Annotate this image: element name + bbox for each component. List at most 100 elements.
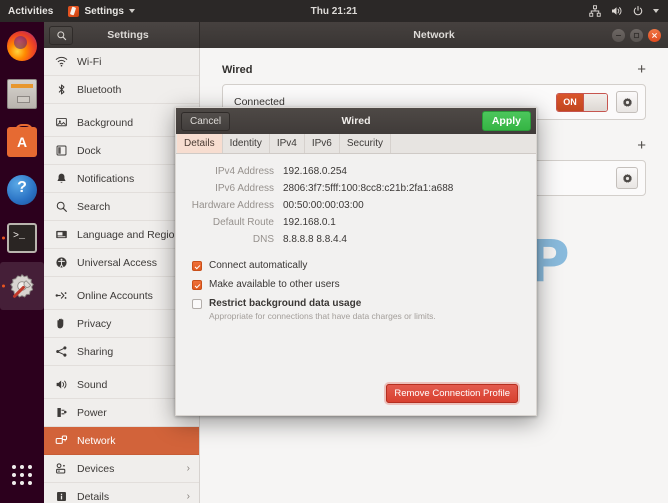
gnome-top-bar: Activities Settings Thu 21:21 <box>0 0 668 22</box>
app-grid-icon <box>12 465 32 485</box>
dock-item-software[interactable] <box>0 118 44 166</box>
sidebar-item-label: Language and Region <box>77 229 190 241</box>
sidebar-item-label: Bluetooth <box>77 84 190 96</box>
checkbox-unchecked-icon[interactable] <box>192 299 202 309</box>
tab-security[interactable]: Security <box>340 134 391 153</box>
sidebar-item-label: Dock <box>77 145 190 157</box>
sidebar-item-wifi[interactable]: Wi-Fi <box>44 48 199 76</box>
ubuntu-software-icon <box>7 127 37 157</box>
sidebar-item-label: Wi-Fi <box>77 56 190 68</box>
minimize-button[interactable] <box>612 29 625 42</box>
app-menu-label: Settings <box>84 6 123 17</box>
remove-connection-profile-button[interactable]: Remove Connection Profile <box>386 384 518 403</box>
detail-value: 8.8.8.8 8.8.4.4 <box>283 234 347 245</box>
files-icon <box>7 79 37 109</box>
checkbox-checked-icon[interactable] <box>192 280 202 290</box>
option-make-available-to-other-users[interactable]: Make available to other users <box>192 279 536 290</box>
sidebar-item-label: Privacy <box>77 318 190 330</box>
toggle-knob <box>583 94 607 111</box>
sidebar-item-label: Devices <box>77 463 178 475</box>
running-indicator-dot <box>2 285 5 288</box>
network-wired-icon <box>589 5 601 17</box>
checkbox-checked-icon[interactable] <box>192 261 202 271</box>
activities-button[interactable]: Activities <box>0 6 62 17</box>
sidebar-title: Settings <box>79 29 199 41</box>
detail-value: 192.168.0.254 <box>283 166 347 177</box>
option-connect-automatically[interactable]: Connect automatically <box>192 260 536 271</box>
dock-item-terminal[interactable] <box>0 214 44 262</box>
wifi-icon <box>54 55 68 69</box>
bluetooth-icon <box>54 83 68 97</box>
detail-row-dns: DNS 8.8.8.8 8.8.4.4 <box>176 231 536 248</box>
option-restrict-background-data-usage[interactable]: Restrict background data usage Appropria… <box>192 298 536 321</box>
dock-item-settings[interactable] <box>0 262 44 310</box>
toggle-on-label: ON <box>557 94 583 111</box>
sidebar-item-label: Universal Access <box>77 257 190 269</box>
settings-app-icon <box>68 6 79 17</box>
sidebar-item-label: Power <box>77 407 190 419</box>
detail-label: Hardware Address <box>176 200 283 211</box>
sidebar-item-label: Details <box>77 491 178 503</box>
online-accounts-icon <box>54 289 68 303</box>
ubuntu-dock <box>0 22 44 503</box>
dock-item-files[interactable] <box>0 70 44 118</box>
terminal-icon <box>7 223 37 253</box>
tab-ipv6[interactable]: IPv6 <box>305 134 340 153</box>
detail-value: 2806:3f7:5fff:100:8cc8:c21b:2fa1:a688 <box>283 183 453 194</box>
app-menu-button[interactable]: Settings <box>62 6 140 17</box>
power-plug-icon <box>54 406 68 420</box>
detail-label: IPv6 Address <box>176 183 283 194</box>
tab-ipv4[interactable]: IPv4 <box>270 134 305 153</box>
window-header-bar: Settings Network <box>44 22 668 48</box>
option-text-group: Restrict background data usage Appropria… <box>209 298 436 321</box>
gear-icon <box>622 173 633 184</box>
running-indicator-dot <box>2 237 5 240</box>
minimize-icon <box>615 32 622 39</box>
detail-row-default-route: Default Route 192.168.0.1 <box>176 214 536 231</box>
maximize-button[interactable] <box>630 29 643 42</box>
option-label: Connect automatically <box>209 260 307 271</box>
tab-identity[interactable]: Identity <box>223 134 270 153</box>
wired-section-header: Wired + <box>222 62 646 77</box>
sidebar-header: Settings <box>44 22 200 48</box>
window-title: Network <box>200 29 668 41</box>
remove-button-wrap: Remove Connection Profile <box>386 383 518 401</box>
background-icon <box>54 116 68 130</box>
sidebar-item-label: Sound <box>77 379 190 391</box>
sidebar-item-bluetooth[interactable]: Bluetooth <box>44 76 199 104</box>
dock-item-help[interactable] <box>0 166 44 214</box>
sidebar-item-label: Notifications <box>77 173 190 185</box>
close-button[interactable] <box>648 29 661 42</box>
sidebar-item-label: Online Accounts <box>77 290 190 302</box>
wired-settings-dialog: Cancel Wired Apply Details Identity IPv4… <box>175 107 537 416</box>
sidebar-item-label: Sharing <box>77 346 190 358</box>
dock-item-firefox[interactable] <box>0 22 44 70</box>
detail-label: DNS <box>176 234 283 245</box>
add-connection-button-2[interactable]: + <box>637 138 646 153</box>
detail-row-hardware-address: Hardware Address 00:50:00:00:03:00 <box>176 197 536 214</box>
window-controls <box>612 29 668 42</box>
connection-settings-button-2[interactable] <box>616 167 638 189</box>
sound-icon <box>54 378 68 392</box>
sidebar-item-devices[interactable]: Devices › <box>44 455 199 483</box>
connection-settings-button[interactable] <box>616 91 638 113</box>
maximize-icon <box>633 32 640 39</box>
detail-row-ipv6-address: IPv6 Address 2806:3f7:5fff:100:8cc8:c21b… <box>176 180 536 197</box>
dialog-body: IPv4 Address 192.168.0.254 IPv6 Address … <box>176 154 536 415</box>
sidebar-item-network[interactable]: Network <box>44 427 199 455</box>
desktop-screen: Activities Settings Thu 21:21 <box>0 0 668 503</box>
add-connection-button[interactable]: + <box>637 62 646 77</box>
dock-icon <box>54 144 68 158</box>
chevron-down-icon <box>129 9 135 13</box>
tab-details[interactable]: Details <box>177 134 223 153</box>
show-applications-button[interactable] <box>0 455 44 495</box>
connection-toggle[interactable]: ON <box>556 93 608 112</box>
search-button[interactable] <box>49 26 73 45</box>
sidebar-item-label: Search <box>77 201 190 213</box>
sidebar-item-label: Background <box>77 117 190 129</box>
apply-button[interactable]: Apply <box>482 111 531 131</box>
option-sublabel: Appropriate for connections that have da… <box>209 311 436 321</box>
sidebar-item-details[interactable]: Details › <box>44 483 199 503</box>
privacy-hand-icon <box>54 317 68 331</box>
status-menu[interactable] <box>589 5 668 17</box>
